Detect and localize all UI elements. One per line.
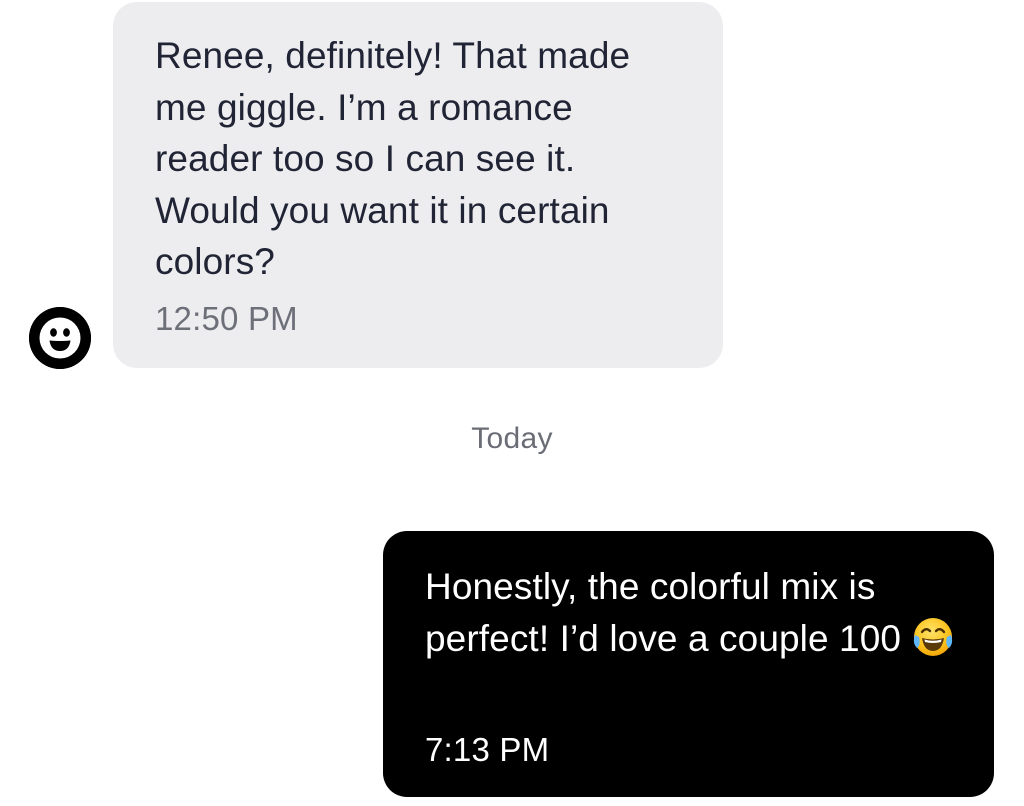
message-thread: Renee, definitely! That made me giggle. … (0, 0, 1024, 806)
outgoing-message-bubble[interactable]: Honestly, the colorful mix is perfect! I… (383, 531, 994, 797)
contact-avatar-smiley-icon[interactable] (29, 307, 91, 369)
outgoing-message-text-block: Honestly, the colorful mix is perfect! I… (425, 561, 965, 665)
outgoing-message-timestamp: 7:13 PM (425, 731, 550, 768)
face-with-tears-of-joy-emoji-icon (911, 615, 955, 659)
incoming-message-text: Renee, definitely! That made me giggle. … (155, 35, 631, 282)
date-divider: Today (471, 422, 553, 455)
incoming-message-timestamp: 12:50 PM (155, 300, 298, 337)
outgoing-message-text: Honestly, the colorful mix is perfect! I… (425, 566, 902, 659)
incoming-message-bubble[interactable]: Renee, definitely! That made me giggle. … (113, 2, 723, 368)
